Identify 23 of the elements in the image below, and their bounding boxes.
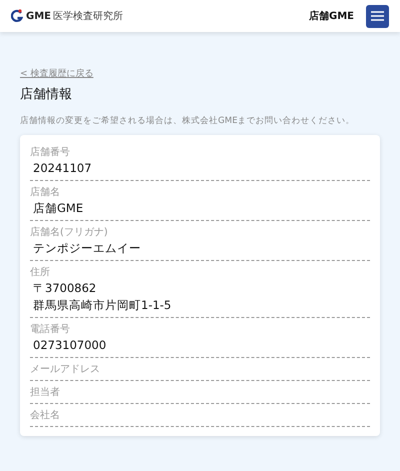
logo-brand: GME [26, 10, 51, 24]
field-value: 〒3700862 [32, 280, 98, 297]
field-label: 店舗名(フリガナ) [30, 226, 109, 240]
logo-name: 医学検査研究所 [53, 10, 123, 24]
store-name: 店舗GME [309, 9, 354, 24]
field-value: 店舗GME [32, 200, 84, 217]
back-link[interactable]: < 検査履歴に戻る [20, 68, 94, 82]
field-label: メールアドレス [30, 362, 101, 377]
field-value: 群馬県高崎市片岡町1-1-5 [32, 296, 172, 314]
field-label: 担当者 [30, 386, 61, 400]
field-label: 会社名 [30, 408, 61, 423]
menu-icon [371, 11, 384, 21]
field-value: 20241107 [32, 160, 93, 177]
logo-icon [11, 9, 23, 23]
menu-button[interactable] [366, 4, 389, 28]
field-value: 0273107000 [32, 336, 108, 354]
field-label: 店舗名 [30, 186, 61, 200]
field-label: 住所 [30, 266, 51, 280]
notice-text: 店舗情報の変更をご希望される場合は、株式会社GMEまでお問い合わせください。 [20, 115, 356, 128]
field-label: 店舗番号 [30, 146, 71, 160]
page-title: 店舗情報 [20, 86, 73, 104]
field-label: 電話番号 [30, 322, 71, 337]
field-value: テンポジーエムイー [32, 240, 142, 257]
